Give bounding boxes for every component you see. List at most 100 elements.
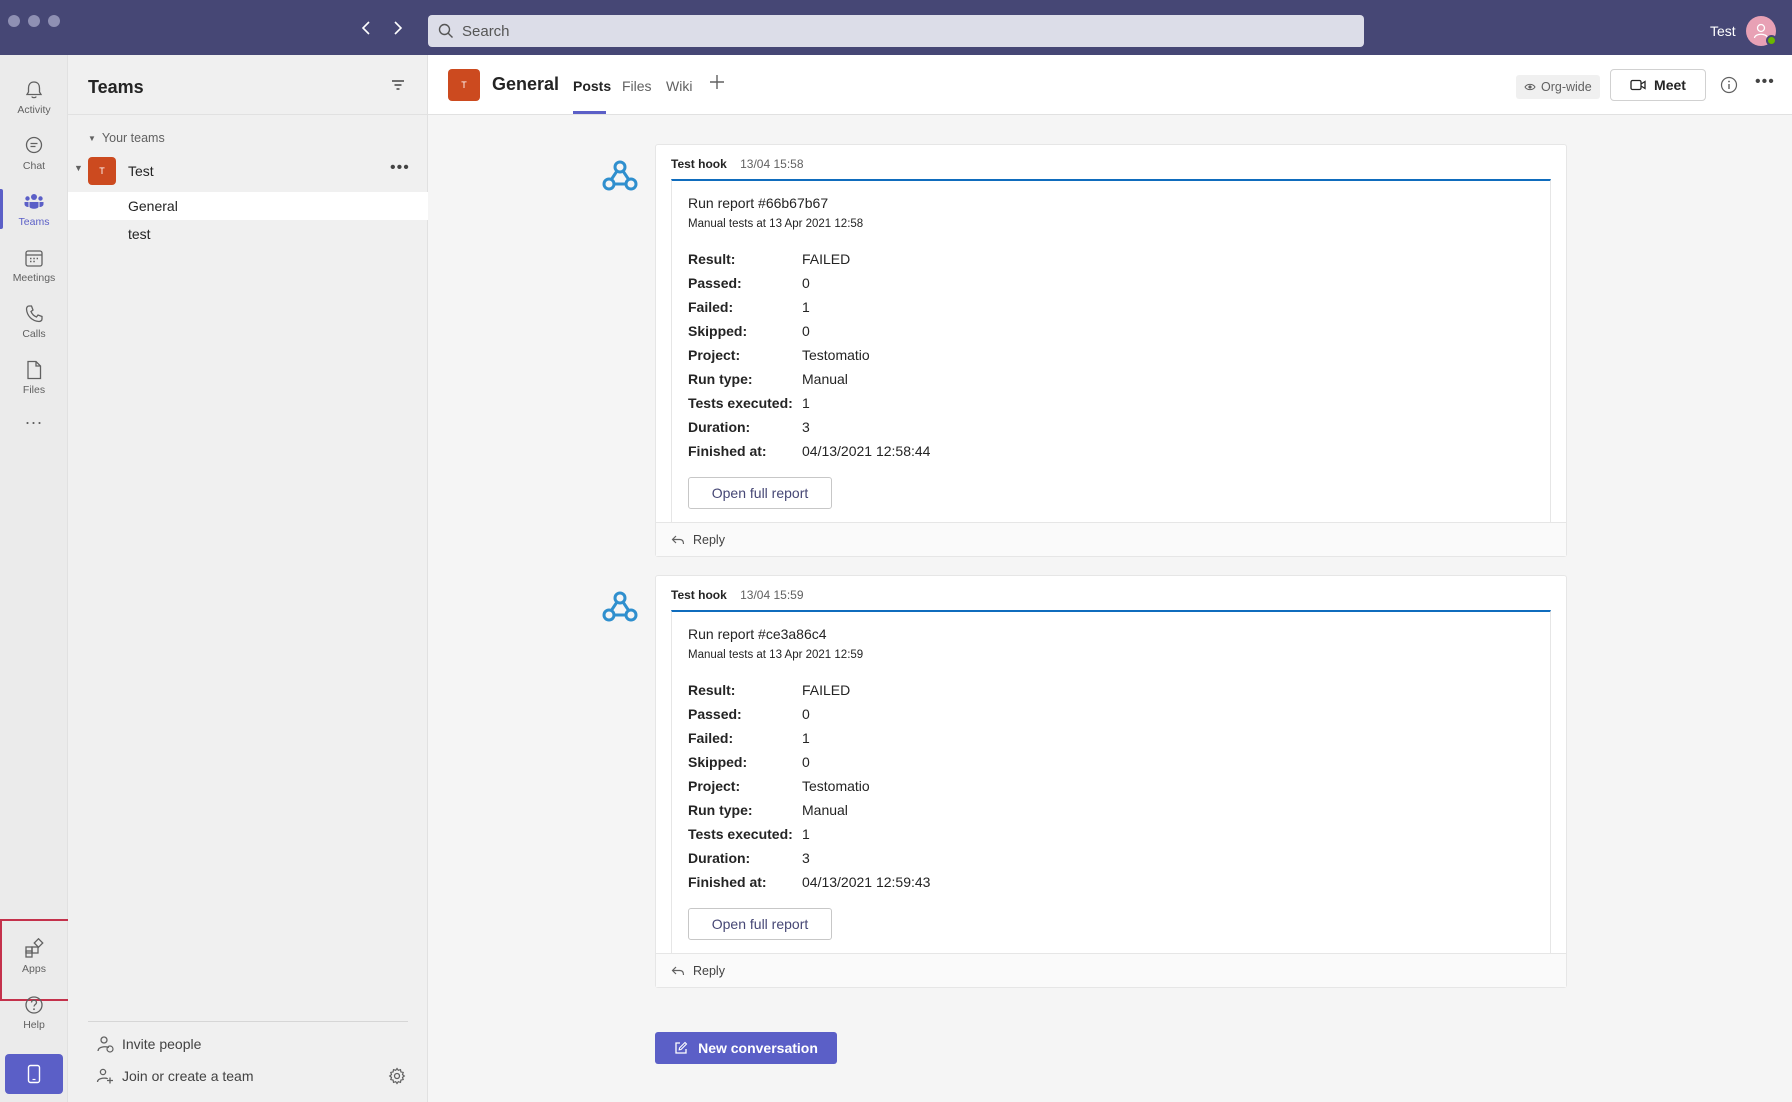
open-full-report-button[interactable]: Open full report <box>688 908 832 940</box>
channel-team-logo: T <box>448 69 480 101</box>
search-input[interactable] <box>462 22 1342 40</box>
adaptive-card: Run report #66b67b67 Manual tests at 13 … <box>671 179 1551 523</box>
reply-label: Reply <box>693 963 725 978</box>
more-apps-dots: ... <box>24 407 43 428</box>
reply-button[interactable]: Reply <box>656 953 1566 987</box>
compose-icon <box>675 1041 688 1054</box>
teams-panel-header: Teams <box>68 55 427 115</box>
fact-key: Finished at: <box>688 443 767 459</box>
fact-row: Finished at: 04/13/2021 12:58:44 <box>688 443 1188 463</box>
org-wide-label: Org-wide <box>1541 80 1592 94</box>
reply-label: Reply <box>693 532 725 547</box>
forward-arrow-icon[interactable] <box>388 19 406 37</box>
fact-key: Result: <box>688 682 736 698</box>
fact-row: Tests executed: 1 <box>688 395 1188 415</box>
active-indicator <box>0 189 3 229</box>
team-more-options-icon[interactable]: ••• <box>390 159 410 177</box>
invite-people-button[interactable]: Invite people <box>96 1035 201 1053</box>
fact-row: Failed: 1 <box>688 299 1188 319</box>
fact-key: Passed: <box>688 706 742 722</box>
more-options-icon[interactable]: ••• <box>1755 73 1775 91</box>
teams-panel-title: Teams <box>88 77 144 97</box>
fact-key: Run type: <box>688 802 753 818</box>
teams-panel: Teams ▼ Your teams ▼ T Test ••• General … <box>68 55 428 1102</box>
app-activity-label: Activity <box>17 103 51 116</box>
teams-icon <box>24 193 44 209</box>
info-icon[interactable] <box>1720 76 1738 94</box>
fact-key: Project: <box>688 347 741 363</box>
minimize-window-button[interactable] <box>28 15 40 27</box>
adaptive-card: Run report #ce3a86c4 Manual tests at 13 … <box>671 610 1551 954</box>
mobile-phone-icon <box>27 1064 41 1084</box>
your-teams-section[interactable]: ▼ Your teams <box>88 131 165 145</box>
meet-button[interactable]: Meet <box>1610 69 1706 101</box>
join-create-team-button[interactable]: Join or create a team <box>96 1067 254 1085</box>
fact-key: Duration: <box>688 419 751 435</box>
app-meetings[interactable]: Meetings <box>0 237 68 293</box>
sender-name: Test hook <box>671 157 727 171</box>
fact-value: 04/13/2021 12:59:43 <box>802 874 931 890</box>
channel-item-test[interactable]: test <box>68 220 428 248</box>
filter-icon[interactable] <box>390 77 406 93</box>
file-icon <box>27 360 42 379</box>
fact-row: Tests executed: 1 <box>688 826 1188 846</box>
calendar-icon <box>25 249 43 267</box>
team-add-icon <box>96 1068 113 1084</box>
app-teams[interactable]: Teams <box>0 181 68 237</box>
card-title: Run report #ce3a86c4 <box>688 626 827 642</box>
reply-arrow-icon <box>671 535 685 544</box>
your-teams-label: Your teams <box>101 131 165 145</box>
webhook-icon <box>602 160 638 191</box>
new-conversation-label: New conversation <box>698 1040 818 1056</box>
reply-button[interactable]: Reply <box>656 522 1566 556</box>
app-bar: Activity Chat Teams Meetings Calls Files… <box>0 55 80 1102</box>
fact-key: Passed: <box>688 275 742 291</box>
download-mobile-app-button[interactable] <box>5 1054 63 1094</box>
fact-key: Failed: <box>688 299 734 315</box>
search-icon <box>438 23 453 38</box>
message-post: Test hook 13/04 15:59 Run report #ce3a86… <box>602 575 1567 988</box>
webhook-icon <box>602 591 638 622</box>
sender-name: Test hook <box>671 588 727 602</box>
open-full-report-button[interactable]: Open full report <box>688 477 832 509</box>
tab-posts[interactable]: Posts <box>573 78 611 94</box>
fact-value: FAILED <box>802 251 851 267</box>
app-teams-label: Teams <box>18 215 50 228</box>
app-calls[interactable]: Calls <box>0 293 68 349</box>
fact-value: Testomatio <box>802 778 870 794</box>
card-subtitle: Manual tests at 13 Apr 2021 12:58 <box>688 218 864 230</box>
invite-person-icon <box>97 1036 114 1053</box>
team-logo: T <box>88 157 116 185</box>
chevron-down-icon: ▼ <box>74 163 83 173</box>
app-meetings-label: Meetings <box>12 271 56 284</box>
fact-value: 04/13/2021 12:58:44 <box>802 443 931 459</box>
new-conversation-button[interactable]: New conversation <box>655 1032 837 1064</box>
tab-files[interactable]: Files <box>622 78 652 94</box>
settings-gear-icon[interactable] <box>388 1067 406 1085</box>
app-chat[interactable]: Chat <box>0 125 68 181</box>
search-bar[interactable] <box>428 15 1364 47</box>
fact-row: Skipped: 0 <box>688 323 1188 343</box>
fact-value: 3 <box>802 419 810 435</box>
fact-row: Result: FAILED <box>688 682 1188 702</box>
team-item-test[interactable]: ▼ T Test ••• <box>68 155 428 187</box>
reply-arrow-icon <box>671 966 685 975</box>
close-window-button[interactable] <box>8 15 20 27</box>
fact-key: Skipped: <box>688 754 748 770</box>
tab-wiki[interactable]: Wiki <box>666 78 692 94</box>
maximize-window-button[interactable] <box>48 15 60 27</box>
app-calls-label: Calls <box>22 327 46 340</box>
fact-key: Result: <box>688 251 736 267</box>
fact-row: Passed: 0 <box>688 706 1188 726</box>
presence-status-icon <box>1766 35 1777 46</box>
add-tab-icon[interactable] <box>708 73 726 91</box>
back-arrow-icon[interactable] <box>358 19 376 37</box>
app-help[interactable]: Help <box>0 984 68 1040</box>
message-feed: Test hook 13/04 15:58 Run report #66b67b… <box>428 115 1792 1102</box>
message-header: Test hook 13/04 15:59 <box>671 588 804 602</box>
fact-value: FAILED <box>802 682 851 698</box>
app-activity[interactable]: Activity <box>0 69 68 125</box>
bell-icon <box>25 80 43 98</box>
channel-item-general[interactable]: General <box>68 192 428 220</box>
more-apps-button[interactable]: ... <box>0 390 68 446</box>
